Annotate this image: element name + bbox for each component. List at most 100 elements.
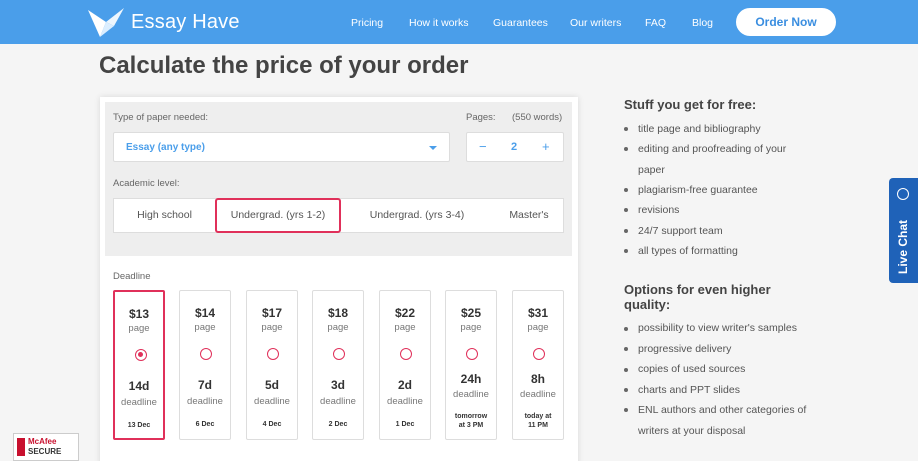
bullet [624,388,628,392]
deadline-word: deadline [387,396,423,407]
deadline-days: 24h [460,372,482,386]
mcafee-shield-icon [17,438,25,456]
deadline-option[interactable]: $18 page 3d deadline 2 Dec [312,290,364,440]
deadline-date: 2 Dec [328,421,348,428]
nav-guarantees[interactable]: Guarantees [493,17,548,29]
deadline-date: 13 Dec [127,422,151,429]
deadline-date: 4 Dec [262,421,282,428]
bird-logo-icon[interactable] [86,4,126,40]
bullet [624,188,628,192]
deadline-price: $18 [327,306,349,320]
options-section-title-2: quality: [624,297,671,312]
nav-blog[interactable]: Blog [692,17,713,29]
deadline-days: 14d [128,379,150,393]
deadline-word: deadline [520,389,556,400]
deadline-days: 5d [264,378,279,392]
deadline-option[interactable]: $22 page 2d deadline 1 Dec [379,290,431,440]
bullet [624,408,628,412]
deadline-option[interactable]: $17 page 5d deadline 4 Dec [246,290,298,440]
deadline-per: page [460,322,482,333]
free-item: revisions [638,204,680,216]
secure-text: SECURE [28,447,62,456]
deadline-word: deadline [320,396,356,407]
brand-name[interactable]: Essay Have [131,11,240,34]
nav-our-writers[interactable]: Our writers [570,17,621,29]
deadline-price: $13 [128,307,150,321]
plus-button[interactable]: + [542,139,550,154]
deadline-price: $14 [194,306,216,320]
academic-level-label: Academic level: [113,178,180,189]
chat-bubble-icon [897,188,909,200]
free-item: editing and proofreading of your [638,143,787,155]
deadline-days: 2d [397,378,412,392]
paper-type-label: Type of paper needed: [113,112,209,123]
deadline-per: page [527,322,549,333]
deadline-days: 3d [330,378,345,392]
deadline-word: deadline [121,397,157,408]
deadline-price: $25 [460,306,482,320]
deadline-option[interactable]: $14 page 7d deadline 6 Dec [179,290,231,440]
deadline-option[interactable]: $13 page 14d deadline 13 Dec [113,290,165,440]
bullet [624,127,628,131]
deadline-per: page [394,322,416,333]
level-high-school[interactable]: High school [114,199,215,232]
deadline-word: deadline [254,396,290,407]
option-item: charts and PPT slides [638,384,740,396]
top-navigation-bar: Essay Have Pricing How it works Guarante… [0,0,918,44]
deadline-radio[interactable] [533,348,545,360]
deadline-radio[interactable] [466,348,478,360]
free-section-title: Stuff you get for free: [624,97,757,112]
bullet [624,229,628,233]
option-item: ENL authors and other categories of [638,404,807,416]
bullet [624,147,628,151]
bullet [624,368,628,372]
deadline-radio[interactable] [200,348,212,360]
level-undergrad-3-4[interactable]: Undergrad. (yrs 3-4) [354,199,480,232]
bullet [624,347,628,351]
deadline-days: 7d [197,378,212,392]
live-chat-button[interactable]: Live Chat [889,178,918,283]
nav-pricing[interactable]: Pricing [351,17,383,29]
deadline-date: today at 11 PM [524,413,552,429]
option-item: possibility to view writer's samples [638,322,797,334]
level-masters[interactable]: Master's [494,199,564,232]
deadline-date: 1 Dec [395,421,415,428]
order-now-button[interactable]: Order Now [736,8,836,36]
pages-words: (550 words) [512,112,563,123]
pages-label: Pages: [466,112,496,123]
mcafee-text: McAfee [28,437,57,446]
deadline-radio[interactable] [400,348,412,360]
deadline-per: page [261,322,283,333]
pages-value[interactable]: 2 [511,141,517,153]
deadline-option[interactable]: $25 page 24h deadline tomorrow at 3 PM [445,290,497,440]
minus-button[interactable]: − [479,139,487,154]
paper-type-value: Essay (any type) [126,142,205,153]
level-undergrad-1-2[interactable]: Undergrad. (yrs 1-2) [215,198,341,233]
mcafee-secure-badge[interactable]: McAfee SECURE [13,433,79,461]
page-title: Calculate the price of your order [99,52,469,79]
deadline-word: deadline [453,389,489,400]
deadline-radio[interactable] [135,349,147,361]
deadline-price: $31 [527,306,549,320]
free-item: title page and bibliography [638,123,761,135]
deadline-price: $22 [394,306,416,320]
deadline-date: 6 Dec [195,421,215,428]
pages-stepper: − 2 + [466,132,564,162]
deadline-radio[interactable] [333,348,345,360]
nav-faq[interactable]: FAQ [645,17,666,29]
bullet [624,208,628,212]
chevron-down-icon [429,146,437,150]
live-chat-label: Live Chat [896,219,910,274]
nav-how-it-works[interactable]: How it works [409,17,469,29]
deadline-per: page [194,322,216,333]
option-item: writers at your disposal [638,425,746,437]
option-item: progressive delivery [638,343,732,355]
deadline-radio[interactable] [267,348,279,360]
free-item: all types of formatting [638,245,738,257]
option-item: copies of used sources [638,363,746,375]
deadline-option[interactable]: $31 page 8h deadline today at 11 PM [512,290,564,440]
deadline-word: deadline [187,396,223,407]
free-item: plagiarism-free guarantee [638,184,758,196]
paper-type-select[interactable]: Essay (any type) [113,132,450,162]
deadline-label: Deadline [113,271,151,282]
